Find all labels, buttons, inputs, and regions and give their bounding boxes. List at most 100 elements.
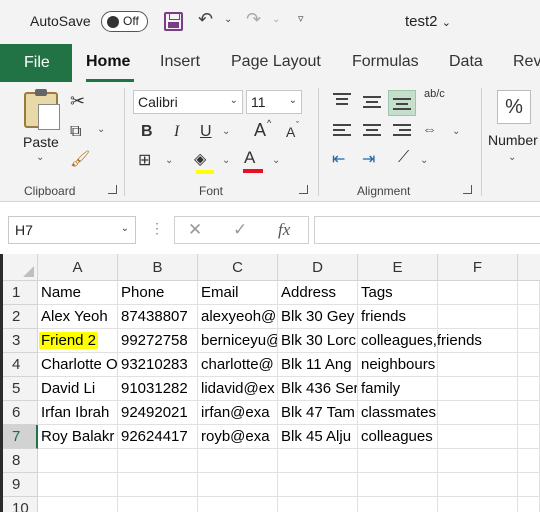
cell-c9[interactable] — [198, 473, 278, 497]
cell-c10[interactable] — [198, 497, 278, 512]
orientation-icon[interactable]: ⟋ — [398, 148, 409, 168]
orientation-dropdown-icon[interactable]: ⌄ — [420, 155, 428, 166]
borders-icon[interactable]: ⊞ — [138, 151, 151, 171]
cell-f5[interactable] — [438, 377, 518, 401]
shrink-font-button[interactable]: A — [286, 122, 295, 142]
cell-d8[interactable] — [278, 449, 358, 473]
cut-icon[interactable]: ✂ — [70, 91, 85, 111]
row-header-7[interactable]: 7 — [0, 425, 38, 449]
decrease-indent-icon[interactable]: ⇤ — [332, 150, 345, 170]
column-header-e[interactable]: E — [358, 254, 438, 281]
tab-review[interactable]: Rev — [513, 53, 540, 71]
cell-d3[interactable]: Blk 30 Lorc — [278, 329, 358, 353]
font-size-select[interactable]: 11 ⌄ — [246, 90, 302, 114]
insert-function-icon[interactable]: fx — [278, 220, 290, 240]
clipboard-launcher-icon[interactable] — [108, 185, 117, 194]
grow-font-button[interactable]: A — [254, 120, 266, 140]
cell-d5[interactable]: Blk 436 Ser — [278, 377, 358, 401]
bold-button[interactable]: B — [141, 122, 153, 142]
tab-insert[interactable]: Insert — [160, 53, 200, 71]
column-header-b[interactable]: B — [118, 254, 198, 281]
middle-align-icon[interactable] — [363, 96, 381, 110]
cell-b7[interactable]: 92624417 — [118, 425, 198, 449]
cell-c8[interactable] — [198, 449, 278, 473]
column-header-f[interactable]: F — [438, 254, 518, 281]
cell-c7[interactable]: royb@exa — [198, 425, 278, 449]
cell-g8[interactable] — [518, 449, 540, 473]
row-header-8[interactable]: 8 — [0, 449, 38, 473]
redo-icon[interactable]: ↷ — [246, 9, 261, 30]
top-align-icon[interactable] — [333, 93, 351, 107]
cell-a1[interactable]: Name — [38, 281, 118, 305]
cell-b9[interactable] — [118, 473, 198, 497]
cell-c5[interactable]: lidavid@ex — [198, 377, 278, 401]
row-header-5[interactable]: 5 — [0, 377, 38, 401]
number-format-icon[interactable]: % — [497, 90, 531, 124]
underline-button[interactable]: U — [200, 122, 212, 142]
align-left-icon[interactable] — [333, 124, 351, 138]
cell-b10[interactable] — [118, 497, 198, 512]
cell-f2[interactable] — [438, 305, 518, 329]
tab-page-layout[interactable]: Page Layout — [231, 53, 321, 71]
tab-formulas[interactable]: Formulas — [352, 53, 419, 71]
column-header-a[interactable]: A — [38, 254, 118, 281]
alignment-launcher-icon[interactable] — [463, 185, 472, 194]
undo-icon[interactable]: ↶ — [198, 9, 213, 30]
autosave-toggle[interactable]: Off — [101, 11, 148, 32]
cell-e3[interactable]: colleagues,friends — [358, 329, 482, 353]
cell-d6[interactable]: Blk 47 Tam — [278, 401, 358, 425]
italic-button[interactable]: I — [174, 122, 179, 142]
cell-b5[interactable]: 91031282 — [118, 377, 198, 401]
cell-d4[interactable]: Blk 11 Ang — [278, 353, 358, 377]
cell-g10[interactable] — [518, 497, 540, 512]
cell-f6[interactable] — [438, 401, 518, 425]
align-right-icon[interactable] — [393, 124, 411, 138]
cell-d2[interactable]: Blk 30 Gey — [278, 305, 358, 329]
row-header-6[interactable]: 6 — [0, 401, 38, 425]
cell-e1[interactable]: Tags — [358, 281, 438, 305]
cell-b8[interactable] — [118, 449, 198, 473]
align-center-icon[interactable] — [363, 124, 381, 138]
cell-a6[interactable]: Irfan Ibrah — [38, 401, 118, 425]
cell-c2[interactable]: alexyeoh@ — [198, 305, 278, 329]
paste-button[interactable]: Paste — [23, 134, 59, 150]
cell-a2[interactable]: Alex Yeoh — [38, 305, 118, 329]
number-dropdown-icon[interactable]: ⌄ — [508, 152, 516, 163]
redo-dropdown-icon[interactable]: ⌄ — [272, 14, 280, 25]
cell-e8[interactable] — [358, 449, 438, 473]
format-painter-icon[interactable]: 🖌 — [70, 150, 90, 170]
merge-center-icon[interactable]: ⇔ — [422, 120, 437, 140]
paste-dropdown-icon[interactable]: ⌄ — [36, 152, 44, 163]
cell-f8[interactable] — [438, 449, 518, 473]
cell-b2[interactable]: 87438807 — [118, 305, 198, 329]
row-header-10[interactable]: 10 — [0, 497, 38, 512]
copy-icon[interactable]: ⧉ — [70, 122, 81, 142]
row-header-9[interactable]: 9 — [0, 473, 38, 497]
customize-toolbar-icon[interactable]: ▿ — [298, 12, 304, 25]
cell-a5[interactable]: David Li — [38, 377, 118, 401]
cell-a3[interactable]: Friend 2 — [38, 329, 118, 353]
increase-indent-icon[interactable]: ⇥ — [362, 150, 375, 170]
column-header-c[interactable]: C — [198, 254, 278, 281]
formula-input[interactable] — [314, 216, 540, 244]
number-group-button[interactable]: Number — [488, 132, 538, 148]
save-icon[interactable] — [164, 12, 183, 31]
fill-color-dropdown-icon[interactable]: ⌄ — [222, 155, 230, 166]
cell-f1[interactable] — [438, 281, 518, 305]
underline-dropdown-icon[interactable]: ⌄ — [222, 126, 230, 137]
cell-d10[interactable] — [278, 497, 358, 512]
cell-a9[interactable] — [38, 473, 118, 497]
cell-a4[interactable]: Charlotte O — [38, 353, 118, 377]
cell-e4[interactable]: neighbours — [358, 353, 438, 377]
cell-a8[interactable] — [38, 449, 118, 473]
cell-f10[interactable] — [438, 497, 518, 512]
cell-b6[interactable]: 92492021 — [118, 401, 198, 425]
row-header-2[interactable]: 2 — [0, 305, 38, 329]
cell-d9[interactable] — [278, 473, 358, 497]
cell-c4[interactable]: charlotte@ — [198, 353, 278, 377]
cell-f7[interactable] — [438, 425, 518, 449]
cell-c3[interactable]: berniceyu@ — [198, 329, 278, 353]
cell-g7[interactable] — [518, 425, 540, 449]
cell-d7[interactable]: Blk 45 Alju — [278, 425, 358, 449]
cell-f4[interactable] — [438, 353, 518, 377]
